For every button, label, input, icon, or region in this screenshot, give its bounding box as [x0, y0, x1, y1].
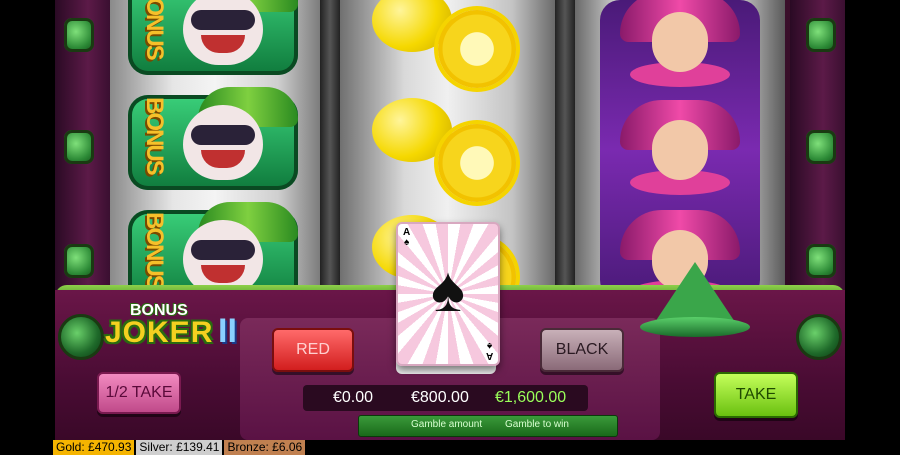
slot-game: BONUS BONUS BONUS BONUS JOKER II RED BLA… [0, 0, 900, 455]
logo-suffix-text: II [218, 312, 237, 350]
frame-bolt-icon [796, 130, 846, 164]
frame-bolt-icon [796, 18, 846, 52]
jester-symbol [620, 0, 740, 87]
gamble-amount-label: Gamble amount [411, 419, 483, 430]
bet-amount: €0.00 [333, 389, 374, 406]
frame-bolt-icon [54, 244, 104, 278]
red-button[interactable]: RED [272, 328, 354, 372]
reel-separator [320, 0, 340, 300]
amounts-display: €0.00 €800.00 €1,600.00 [303, 385, 588, 411]
bonus-joker-logo: BONUS JOKER II [100, 302, 250, 357]
logo-joker-text: JOKER [105, 316, 214, 349]
frame-bolt-icon [54, 130, 104, 164]
left-border [0, 0, 55, 440]
bronze-jackpot: Bronze: £6.06 [224, 440, 306, 455]
lemon-slice-icon [438, 124, 516, 202]
gold-jackpot: Gold: £470.93 [53, 440, 135, 455]
frame-bolt-icon [796, 244, 846, 278]
panel-bolt-icon [58, 314, 104, 360]
jester-symbol [620, 100, 740, 195]
card-rank-top: A ♠ [403, 227, 411, 248]
amount-labels-ribbon: Gamble amount Gamble to win [358, 415, 618, 437]
right-border [845, 0, 900, 440]
panel-bolt-icon [796, 314, 842, 360]
reel-1: BONUS BONUS BONUS [110, 0, 320, 300]
gamble-card: A ♠ ♠ A ♠ [396, 222, 500, 366]
black-button[interactable]: BLACK [540, 328, 624, 372]
silver-jackpot: Silver: £139.41 [136, 440, 223, 455]
card-rank-bottom: A ♠ [485, 340, 493, 361]
bonus-joker-symbol: BONUS [128, 87, 298, 190]
gamble-to-win-label: Gamble to win [505, 419, 569, 430]
lemon-slice-icon [438, 10, 516, 88]
spade-icon: ♠ [431, 253, 465, 325]
bonus-joker-symbol: BONUS [128, 0, 298, 75]
reel-separator [555, 0, 575, 300]
jackpot-status-bar: Gold: £470.93 Silver: £139.41 Bronze: £6… [0, 440, 900, 455]
gamble-to-win-value: €1,600.00 [495, 389, 567, 406]
half-take-button[interactable]: 1/2 TAKE [97, 372, 181, 414]
gamble-amount-value: €800.00 [411, 389, 469, 406]
reel-3 [575, 0, 785, 300]
take-button[interactable]: TAKE [714, 372, 798, 418]
pyramid-icon [640, 262, 750, 342]
frame-bolt-icon [54, 18, 104, 52]
